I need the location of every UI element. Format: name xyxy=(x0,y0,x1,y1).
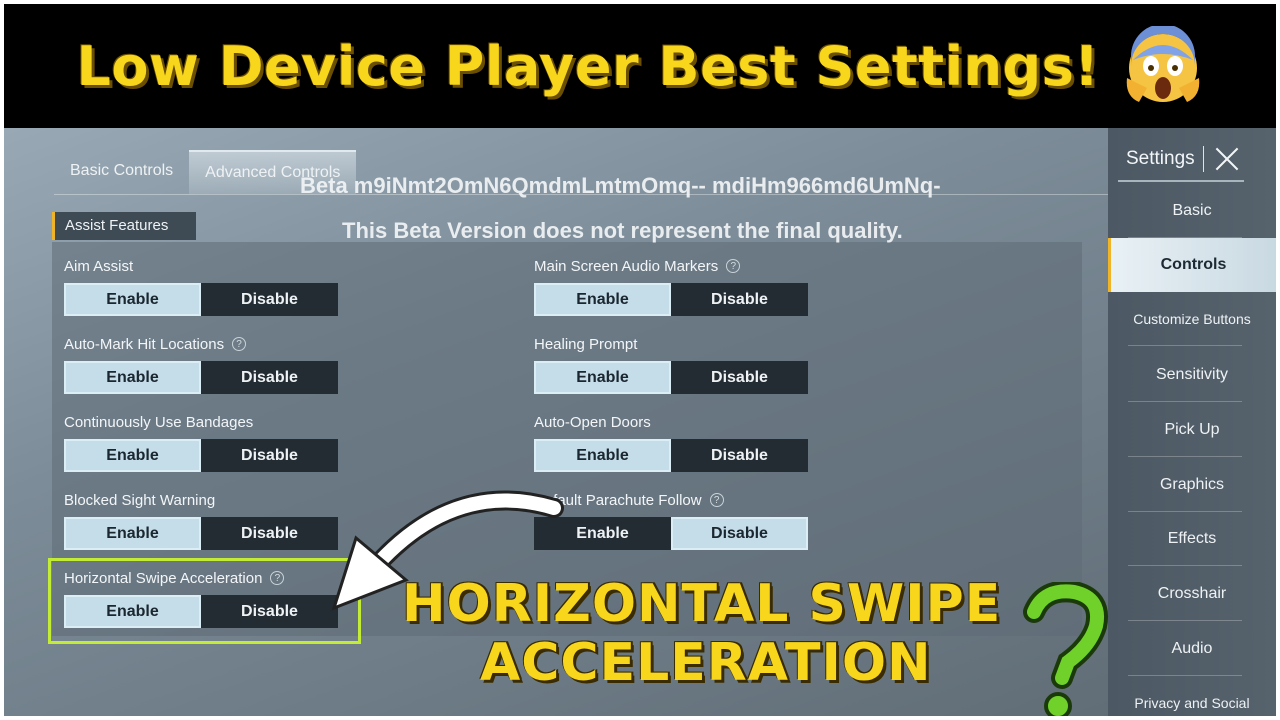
sidebar-item-effects[interactable]: Effects xyxy=(1108,512,1276,566)
enable-button[interactable]: Enable xyxy=(64,595,201,628)
sidebar-item-controls[interactable]: Controls xyxy=(1108,238,1276,292)
toggle-group: Enable Disable xyxy=(64,361,338,394)
sidebar-item-label: Graphics xyxy=(1159,476,1225,493)
game-settings-screen: Basic Controls Advanced Controls Assist … xyxy=(4,128,1276,716)
setting-label-text: Healing Prompt xyxy=(534,335,638,353)
sidebar-item-customize-buttons[interactable]: Customize Buttons xyxy=(1108,292,1276,346)
setting-label-text: Continuously Use Bandages xyxy=(64,413,254,431)
divider xyxy=(1202,146,1204,172)
enable-button[interactable]: Enable xyxy=(64,361,201,394)
setting-label-text: Horizontal Swipe Acceleration xyxy=(64,569,263,587)
sidebar-item-label: Crosshair xyxy=(1157,585,1227,602)
sidebar-item-label: Pick Up xyxy=(1164,421,1220,438)
enable-button[interactable]: Enable xyxy=(64,439,201,472)
setting-label-text: Main Screen Audio Markers xyxy=(534,257,719,275)
disable-button[interactable]: Disable xyxy=(671,361,808,394)
help-icon[interactable]: ? xyxy=(726,259,741,273)
sidebar-item-audio[interactable]: Audio xyxy=(1108,622,1276,676)
sidebar-item-pick-up[interactable]: Pick Up xyxy=(1108,403,1276,457)
help-icon[interactable]: ? xyxy=(270,571,285,585)
tab-basic-controls[interactable]: Basic Controls xyxy=(54,150,189,194)
toggle-group: Enable Disable xyxy=(64,439,338,472)
sidebar-item-sensitivity[interactable]: Sensitivity xyxy=(1108,348,1276,402)
sidebar-title: Settings xyxy=(1126,148,1195,169)
screaming-face-emoji-icon xyxy=(1123,24,1203,106)
setting-label: Healing Prompt xyxy=(534,334,808,354)
disable-button[interactable]: Disable xyxy=(671,283,808,316)
sidebar-item-label: Effects xyxy=(1167,530,1217,547)
question-mark-icon xyxy=(1023,582,1108,716)
enable-button[interactable]: Enable xyxy=(534,283,671,316)
sidebar-item-graphics[interactable]: Graphics xyxy=(1108,458,1276,512)
thumbnail-banner: Low Device Player Best Settings! xyxy=(0,0,1280,128)
setting-label: Auto-Open Doors xyxy=(534,412,808,432)
setting-label-text: Aim Assist xyxy=(64,257,134,275)
setting-label-text: Blocked Sight Warning xyxy=(64,491,216,509)
help-icon[interactable]: ? xyxy=(232,337,247,351)
enable-button[interactable]: Enable xyxy=(64,283,201,316)
setting-main-screen-audio-markers: Main Screen Audio Markers? Enable Disabl… xyxy=(534,256,808,316)
section-header: Assist Features xyxy=(52,212,196,240)
toggle-group: Enable Disable xyxy=(534,283,808,316)
sidebar-item-label: Customize Buttons xyxy=(1133,311,1251,327)
setting-auto-open-doors: Auto-Open Doors Enable Disable xyxy=(534,412,808,472)
sidebar-item-label: Basic xyxy=(1172,202,1212,219)
overlay-caption-line1: HORIZONTAL SWIPE xyxy=(402,574,1002,634)
setting-label-text: Auto-Mark Hit Locations xyxy=(64,335,225,353)
setting-blocked-sight-warning: Blocked Sight Warning Enable Disable xyxy=(64,490,338,550)
disable-button[interactable]: Disable xyxy=(201,361,338,394)
setting-label: Aim Assist xyxy=(64,256,338,276)
settings-sidebar: Settings Basic Controls Customize Button… xyxy=(1108,128,1276,716)
sidebar-header: Settings xyxy=(1118,138,1244,182)
setting-continuously-use-bandages: Continuously Use Bandages Enable Disable xyxy=(64,412,338,472)
setting-aim-assist: Aim Assist Enable Disable xyxy=(64,256,338,316)
setting-healing-prompt: Healing Prompt Enable Disable xyxy=(534,334,808,394)
toggle-group: Enable Disable xyxy=(64,517,338,550)
setting-horizontal-swipe-acceleration: Horizontal Swipe Acceleration? Enable Di… xyxy=(64,568,338,628)
overlay-caption-line2: ACCELERATION xyxy=(480,633,932,693)
sidebar-item-label: Controls xyxy=(1160,256,1227,273)
sidebar-item-privacy-and-social[interactable]: Privacy and Social xyxy=(1108,676,1276,716)
sidebar-item-basic[interactable]: Basic xyxy=(1108,184,1276,238)
toggle-group: Enable Disable xyxy=(64,595,338,628)
setting-label-text: Auto-Open Doors xyxy=(534,413,651,431)
toggle-group: Enable Disable xyxy=(534,361,808,394)
enable-button[interactable]: Enable xyxy=(534,361,671,394)
setting-label: Horizontal Swipe Acceleration? xyxy=(64,568,338,588)
banner-title: Low Device Player Best Settings! xyxy=(76,34,1100,98)
enable-button[interactable]: Enable xyxy=(64,517,201,550)
beta-watermark-line1: Beta m9iNmt2OmN6QmdmLmtmOmq-- mdiHm966md… xyxy=(300,173,941,198)
beta-watermark-line2: This Beta Version does not represent the… xyxy=(342,218,903,243)
setting-label: Blocked Sight Warning xyxy=(64,490,338,510)
sidebar-item-label: Audio xyxy=(1171,640,1213,657)
sidebar-item-label: Privacy and Social xyxy=(1134,695,1250,711)
toggle-group: Enable Disable xyxy=(64,283,338,316)
setting-label: Main Screen Audio Markers? xyxy=(534,256,808,276)
sidebar-item-label: Sensitivity xyxy=(1155,366,1229,383)
disable-button[interactable]: Disable xyxy=(201,283,338,316)
sidebar-item-crosshair[interactable]: Crosshair xyxy=(1108,567,1276,621)
close-icon[interactable] xyxy=(1214,146,1240,172)
setting-label: Continuously Use Bandages xyxy=(64,412,338,432)
setting-label: Auto-Mark Hit Locations? xyxy=(64,334,338,354)
setting-auto-mark-hit-locations: Auto-Mark Hit Locations? Enable Disable xyxy=(64,334,338,394)
